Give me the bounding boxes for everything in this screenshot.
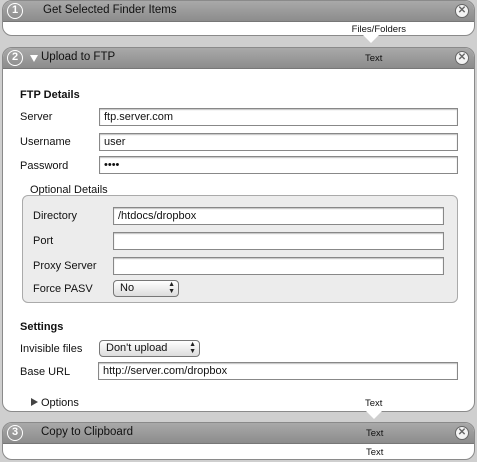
connector-arrow	[363, 35, 379, 43]
directory-label: Directory	[33, 210, 78, 222]
options-disclosure-icon[interactable]	[31, 398, 38, 406]
action-card-copy-clipboard: 3 Copy to Clipboard Text ✕ Text	[2, 422, 475, 460]
base-url-label: Base URL	[20, 366, 71, 378]
invisible-files-popup[interactable]: Don't upload ▲ ▼	[99, 340, 200, 357]
force-pasv-popup[interactable]: No ▲ ▼	[113, 280, 179, 297]
proxy-server-field[interactable]	[113, 257, 444, 275]
server-field[interactable]	[99, 108, 458, 126]
close-icon[interactable]: ✕	[455, 426, 469, 440]
server-label: Server	[20, 111, 53, 123]
proxy-server-label: Proxy Server	[33, 260, 97, 272]
action-output-type: Text	[365, 398, 383, 409]
action-titlebar[interactable]: 2 Upload to FTP Text ✕	[3, 48, 474, 69]
disclosure-triangle-icon[interactable]	[30, 55, 38, 62]
port-label: Port	[33, 235, 54, 247]
section-heading-ftp-details: FTP Details	[20, 89, 80, 101]
action-title: Get Selected Finder Items	[43, 4, 177, 16]
port-field[interactable]	[113, 232, 444, 250]
action-number: 1	[7, 3, 23, 19]
connector-arrow	[366, 411, 382, 419]
force-pasv-label: Force PASV	[33, 283, 93, 295]
options-toggle[interactable]: Options	[41, 397, 79, 409]
force-pasv-value: No	[120, 282, 135, 294]
action-input-type: Text	[365, 53, 383, 64]
optional-details-group: Directory Port Proxy Server Force PASV N…	[22, 195, 458, 303]
password-field[interactable]	[99, 156, 458, 174]
action-title: Upload to FTP	[41, 51, 116, 63]
popup-arrows-icon: ▲ ▼	[189, 341, 196, 355]
action-card-get-finder-items: 1 Get Selected Finder Items ✕ Files/Fold…	[2, 0, 475, 36]
username-label: Username	[20, 136, 71, 148]
action-title: Copy to Clipboard	[41, 426, 134, 438]
username-field[interactable]	[99, 133, 458, 151]
action-output-type: Text	[366, 447, 384, 458]
invisible-files-value: Don't upload	[106, 342, 168, 354]
password-label: Password	[20, 160, 69, 172]
close-icon[interactable]: ✕	[455, 51, 469, 65]
section-heading-settings: Settings	[20, 321, 64, 333]
popup-arrows-icon: ▲ ▼	[168, 281, 175, 295]
invisible-files-label: Invisible files	[20, 343, 83, 355]
directory-field[interactable]	[113, 207, 444, 225]
action-titlebar[interactable]: 1 Get Selected Finder Items ✕	[3, 1, 474, 22]
action-input-type: Text	[366, 428, 384, 439]
action-number: 2	[7, 50, 23, 66]
action-titlebar[interactable]: 3 Copy to Clipboard Text ✕	[3, 423, 474, 444]
action-number: 3	[7, 425, 23, 441]
close-icon[interactable]: ✕	[455, 4, 469, 18]
action-output-type: Files/Folders	[351, 24, 406, 35]
base-url-field[interactable]	[98, 362, 458, 380]
